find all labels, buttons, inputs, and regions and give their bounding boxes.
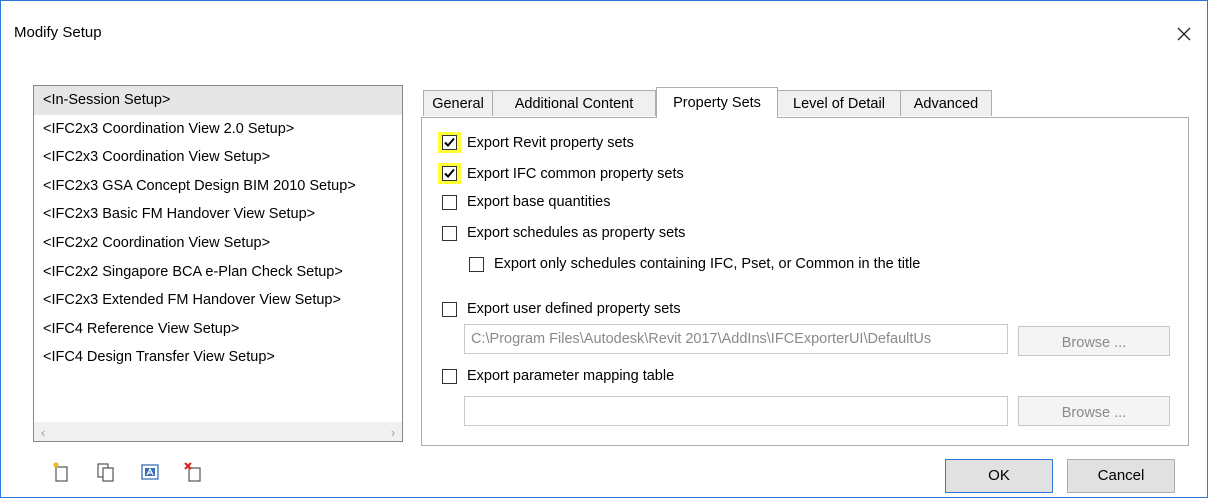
setup-list-item[interactable]: <IFC2x2 Singapore BCA e-Plan Check Setup… [34,258,402,287]
schedules-option: Export schedules as property sets [442,225,685,241]
tab-advanced[interactable]: Advanced [900,90,992,116]
tab-level-of-detail[interactable]: Level of Detail [777,90,901,116]
ok-button[interactable]: OK [945,459,1053,493]
base-quantities-checkbox[interactable] [442,194,457,210]
user-defined-browse-button[interactable]: Browse ... [1018,326,1170,356]
setup-list-item[interactable]: <IFC2x2 Coordination View Setup> [34,229,402,258]
param-mapping-option: Export parameter mapping table [442,368,674,384]
highlight-marker [438,132,461,153]
schedules-checkbox[interactable] [442,225,457,241]
revit-psets-label: Export Revit property sets [467,134,634,151]
setup-list-item[interactable]: <IFC2x3 Basic FM Handover View Setup> [34,200,402,229]
base-quantities-option: Export base quantities [442,194,610,210]
ifc-common-psets-option: Export IFC common property sets [438,163,684,184]
checkmark-icon [444,137,455,147]
dialog-title: Modify Setup [14,24,102,41]
setup-list-item[interactable]: <IFC2x3 GSA Concept Design BIM 2010 Setu… [34,172,402,201]
param-mapping-browse-button[interactable]: Browse ... [1018,396,1170,426]
scroll-left-arrow[interactable]: ‹ [34,423,52,441]
modify-setup-dialog: Modify Setup <In-Session Setup> <IFC2x3 … [0,0,1208,498]
revit-psets-checkbox[interactable] [442,135,457,150]
user-defined-checkbox[interactable] [442,301,457,317]
schedules-only-option: Export only schedules containing IFC, Ps… [469,256,920,272]
setup-list-item[interactable]: <IFC2x3 Extended FM Handover View Setup> [34,286,402,315]
checkmark-icon [444,168,455,178]
param-mapping-checkbox[interactable] [442,368,457,384]
tab-additional-content[interactable]: Additional Content [492,90,656,116]
user-defined-option: Export user defined property sets [442,301,681,317]
revit-psets-option: Export Revit property sets [438,132,634,153]
duplicate-setup-icon[interactable] [95,461,117,483]
new-setup-icon[interactable] [51,461,73,483]
title-bar: Modify Setup [1,1,1207,63]
horizontal-scrollbar[interactable]: ‹ › [34,422,402,441]
param-mapping-label: Export parameter mapping table [467,368,675,384]
setup-list-item[interactable]: <IFC4 Design Transfer View Setup> [34,343,402,372]
close-icon [1177,27,1191,41]
user-defined-label: Export user defined property sets [467,301,681,317]
tab-general[interactable]: General [423,90,493,116]
tab-property-sets[interactable]: Property Sets [656,87,778,118]
delete-setup-icon[interactable] [183,461,205,483]
setup-list-item[interactable]: <IFC2x3 Coordination View 2.0 Setup> [34,115,402,144]
setup-list-item[interactable]: <IFC2x3 Coordination View Setup> [34,143,402,172]
ifc-common-psets-checkbox[interactable] [442,166,457,181]
cancel-button[interactable]: Cancel [1067,459,1175,493]
setup-list-item[interactable]: <In-Session Setup> [34,86,402,115]
schedules-only-checkbox[interactable] [469,256,484,272]
ifc-common-psets-label: Export IFC common property sets [467,165,684,182]
setup-toolbar [51,461,205,483]
setup-list-item[interactable]: <IFC4 Reference View Setup> [34,315,402,344]
schedules-only-label: Export only schedules containing IFC, Ps… [494,256,921,272]
schedules-label: Export schedules as property sets [467,225,686,241]
close-button[interactable] [1169,19,1199,49]
rename-setup-icon[interactable] [139,461,161,483]
highlight-marker [438,163,461,184]
param-mapping-path-field[interactable] [464,396,1008,426]
scroll-right-arrow[interactable]: › [384,423,402,441]
property-sets-panel: Export Revit property sets Export IFC co… [421,117,1189,446]
base-quantities-label: Export base quantities [467,194,611,210]
user-defined-path-field[interactable]: C:\Program Files\Autodesk\Revit 2017\Add… [464,324,1008,354]
setup-list[interactable]: <In-Session Setup> <IFC2x3 Coordination … [33,85,403,442]
